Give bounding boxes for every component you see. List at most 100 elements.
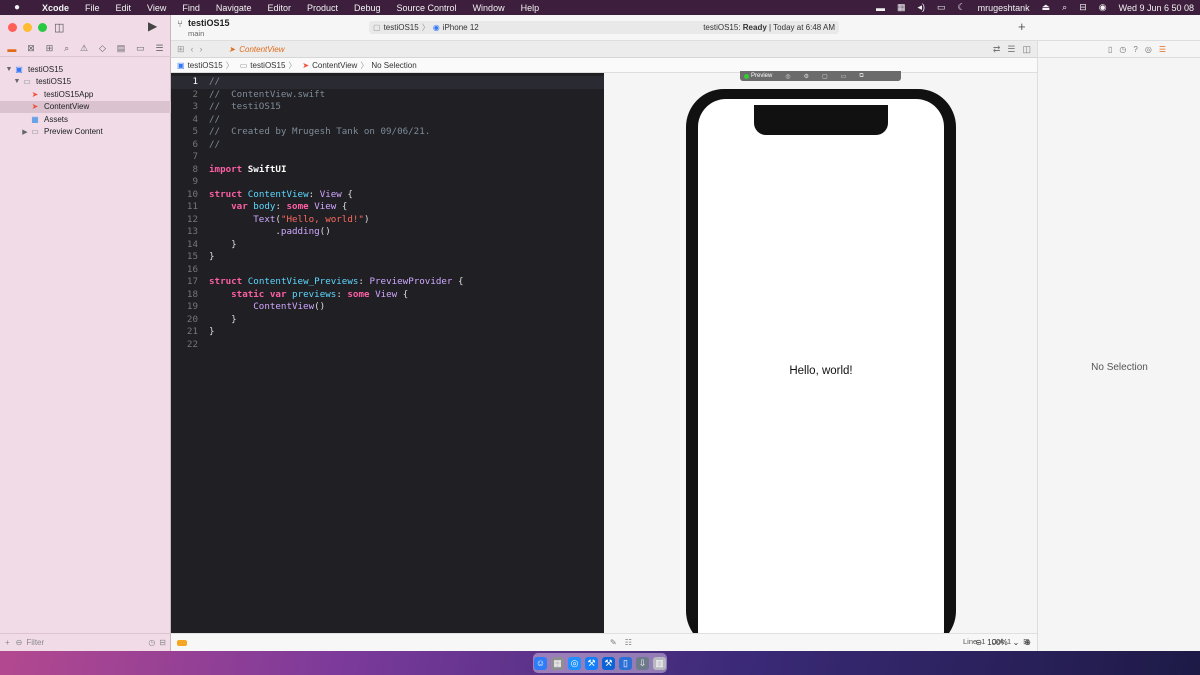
attributes-inspector-icon[interactable]: ☰	[1159, 45, 1166, 54]
code-line[interactable]: var body: some View {	[209, 201, 347, 212]
menu-source-control[interactable]: Source Control	[389, 3, 465, 13]
xcode-icon[interactable]: ⚒	[585, 656, 598, 670]
code-line[interactable]: //	[209, 139, 220, 150]
find-navigator-icon[interactable]: ⌕	[64, 43, 69, 54]
test-navigator-icon[interactable]: ◇	[99, 43, 106, 54]
switch-editor-icon[interactable]: ⇄	[993, 44, 1001, 55]
menu-view[interactable]: View	[139, 3, 174, 13]
tree-item-preview-content[interactable]: ▶ ▭ Preview Content	[0, 126, 171, 139]
keyboard-icon[interactable]: ▦	[891, 2, 912, 13]
xcode-beta-icon[interactable]: ⚒	[602, 656, 615, 670]
menu-product[interactable]: Product	[299, 3, 346, 13]
add-editor-icon[interactable]: ◫	[1022, 44, 1031, 55]
filter-icon[interactable]: ⊖	[16, 638, 23, 647]
chevron-down-icon[interactable]: ▼	[12, 78, 22, 85]
sidebar-toggle-icon[interactable]: ◫	[54, 21, 64, 34]
add-library-button[interactable]: +	[1018, 19, 1026, 34]
add-icon[interactable]: +	[5, 638, 10, 647]
tree-item-folder[interactable]: ▼ ▭ testiOS15	[0, 76, 171, 89]
project-navigator-icon[interactable]: ▬	[7, 44, 16, 54]
filter-input[interactable]: Filter	[26, 638, 44, 647]
code-line[interactable]: }	[209, 251, 215, 262]
minimize-window-button[interactable]	[23, 23, 32, 32]
display-icon[interactable]: ▬	[870, 3, 891, 13]
menu-find[interactable]: Find	[174, 3, 208, 13]
show-issues-icon[interactable]: ⊟	[159, 638, 166, 647]
breadcrumb-item[interactable]: testiOS15	[250, 61, 285, 70]
code-line[interactable]: // ContentView.swift	[209, 89, 325, 100]
siri-icon[interactable]: ◉	[1093, 2, 1113, 13]
code-line[interactable]: }	[209, 326, 215, 337]
source-control-navigator-icon[interactable]: ⊠	[27, 43, 35, 54]
menu-xcode[interactable]: Xcode	[34, 3, 77, 13]
code-line[interactable]: }	[209, 314, 237, 325]
recent-files-icon[interactable]: ◷	[148, 638, 155, 647]
finder-icon[interactable]: ☺	[534, 656, 547, 670]
help-inspector-icon[interactable]: ?	[1133, 45, 1137, 54]
report-navigator-icon[interactable]: ☰	[155, 43, 163, 54]
menu-file[interactable]: File	[77, 3, 108, 13]
live-preview-button[interactable]: Preview	[744, 73, 772, 79]
code-line[interactable]: //	[209, 114, 220, 125]
code-line[interactable]: import SwiftUI	[209, 164, 286, 175]
menu-user[interactable]: mrugeshtank	[972, 3, 1036, 13]
orientation-icon[interactable]: ▭	[841, 73, 847, 80]
canvas-settings-icon[interactable]: ☷	[625, 638, 632, 647]
duplicate-icon[interactable]: ⧉	[859, 73, 863, 80]
code-line[interactable]: Text("Hello, world!")	[209, 214, 369, 225]
menu-edit[interactable]: Edit	[108, 3, 140, 13]
safari-icon[interactable]: ◎	[568, 656, 581, 670]
control-center-icon[interactable]: ⊟	[1073, 2, 1093, 13]
close-window-button[interactable]	[8, 23, 17, 32]
related-items-icon[interactable]: ⊞	[177, 44, 185, 55]
project-branch-info[interactable]: ⑂ testiOS15 main	[177, 18, 230, 38]
toggle-debug-icon[interactable]: ⊟	[1023, 637, 1029, 646]
code-line[interactable]: struct ContentView: View {	[209, 189, 353, 200]
chevron-down-icon[interactable]: ▼	[4, 66, 14, 73]
tree-item-app-file[interactable]: ➤ testiOS15App	[0, 88, 171, 101]
spotlight-icon[interactable]: ⌕	[1056, 2, 1073, 13]
variants-icon[interactable]: ▢	[822, 73, 828, 80]
simulator-icon[interactable]: ▯	[619, 656, 632, 670]
code-line[interactable]: static var previews: some View {	[209, 289, 408, 300]
menu-help[interactable]: Help	[513, 3, 548, 13]
zoom-window-button[interactable]	[38, 23, 47, 32]
history-inspector-icon[interactable]: ◷	[1119, 45, 1126, 54]
source-editor[interactable]: 1 // 2 // ContentView.swift 3 // testiOS15 4 //…	[171, 73, 604, 633]
menu-window[interactable]: Window	[465, 3, 513, 13]
settings-icon[interactable]: ⚙	[804, 73, 809, 80]
pin-icon[interactable]: ✎	[610, 638, 617, 647]
eject-icon[interactable]: ⏏	[1036, 2, 1057, 13]
run-button[interactable]: ▶	[148, 19, 157, 33]
debug-area-toggle[interactable]	[177, 639, 187, 646]
menu-clock[interactable]: Wed 9 Jun 6 50 08	[1113, 3, 1200, 13]
menu-editor[interactable]: Editor	[259, 3, 299, 13]
tab-contentview[interactable]: ➤ ContentView	[229, 45, 285, 54]
file-inspector-icon[interactable]: ▯	[1108, 45, 1112, 54]
tree-item-assets[interactable]: ▦ Assets	[0, 113, 171, 126]
breadcrumb-item[interactable]: No Selection	[371, 61, 416, 70]
code-line[interactable]: struct ContentView_Previews: PreviewProv…	[209, 276, 464, 287]
chevron-right-icon[interactable]: ›	[200, 44, 203, 55]
breakpoint-navigator-icon[interactable]: ▭	[136, 43, 145, 54]
code-line[interactable]: ContentView()	[209, 301, 325, 312]
device-selector[interactable]: ◉ iPhone 12	[433, 23, 479, 32]
code-line[interactable]: //	[209, 76, 220, 87]
breadcrumb-item[interactable]: testiOS15	[188, 61, 223, 70]
filter-field[interactable]: ⊖ Filter	[16, 638, 149, 647]
debug-navigator-icon[interactable]: ▤	[117, 43, 126, 54]
launchpad-icon[interactable]: ▦	[551, 656, 564, 670]
tree-item-project[interactable]: ▼ ▣ testiOS15	[0, 63, 171, 76]
hello-world-text[interactable]: Hello, world!	[686, 365, 956, 377]
chevron-left-icon[interactable]: ‹	[191, 44, 194, 55]
code-line[interactable]: .padding()	[209, 226, 330, 237]
editor-options-icon[interactable]: ☰	[1007, 44, 1015, 55]
menu-navigate[interactable]: Navigate	[208, 3, 260, 13]
downloads-icon[interactable]: ⇩	[636, 656, 649, 670]
battery-icon[interactable]: ▭	[931, 2, 952, 13]
apple-icon[interactable]: ●	[0, 2, 34, 13]
trash-icon[interactable]: ▥	[653, 656, 666, 670]
issue-navigator-icon[interactable]: ⚠	[80, 43, 88, 54]
tree-item-contentview-file[interactable]: ➤ ContentView	[0, 100, 171, 113]
scheme-selector[interactable]: ▢ testiOS15	[373, 23, 419, 32]
